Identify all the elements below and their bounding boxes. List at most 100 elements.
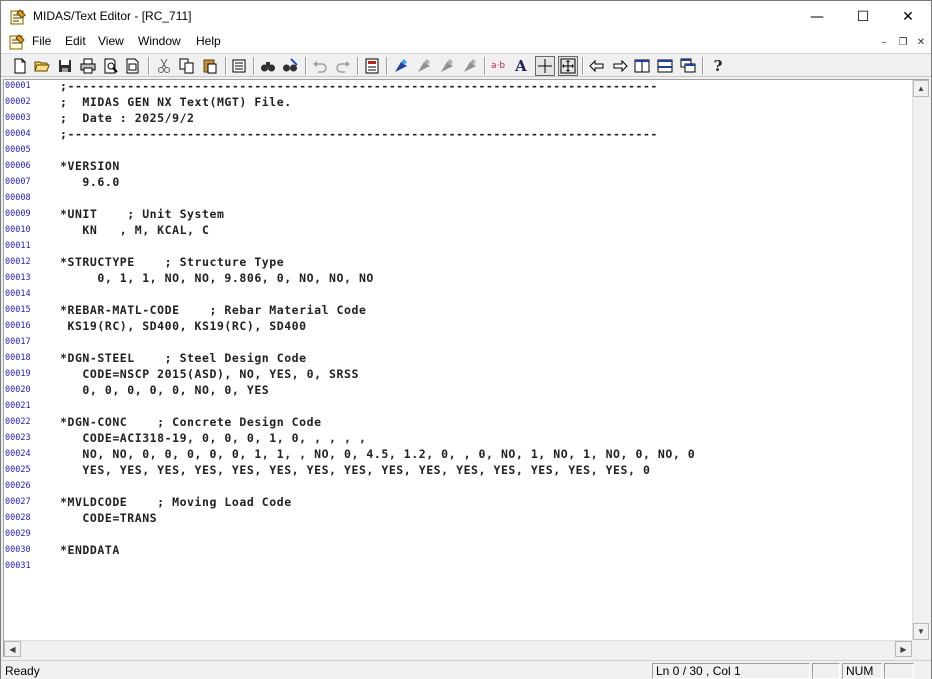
line-number: 00017 bbox=[5, 337, 31, 347]
text-line[interactable]: ; MIDAS GEN NX Text(MGT) File. bbox=[60, 94, 292, 110]
minimize-button[interactable]: — bbox=[794, 1, 840, 32]
maximize-button[interactable]: ☐ bbox=[840, 1, 886, 32]
text-line[interactable]: CODE=TRANS bbox=[60, 510, 157, 526]
line-number: 00030 bbox=[5, 545, 31, 555]
toolbar-separator bbox=[357, 57, 359, 75]
title-bar[interactable]: MIDAS/Text Editor - [RC_711] — ☐ ✕ bbox=[1, 1, 931, 32]
text-line[interactable]: 0, 0, 0, 0, 0, NO, 0, YES bbox=[60, 382, 269, 398]
text-line[interactable]: *VERSION bbox=[60, 158, 120, 174]
mdi-close-button[interactable]: ✕ bbox=[913, 34, 929, 50]
text-area[interactable]: ;---------------------------------------… bbox=[60, 78, 912, 640]
text-line[interactable]: CODE=ACI318-19, 0, 0, 0, 1, 0, , , , , bbox=[60, 430, 366, 446]
num-lock-indicator: NUM bbox=[842, 663, 882, 679]
scroll-down-arrow-icon[interactable]: ▼ bbox=[913, 623, 929, 640]
help-icon[interactable]: ? bbox=[708, 56, 728, 76]
menu-view[interactable]: View bbox=[98, 34, 124, 48]
line-number: 00004 bbox=[5, 129, 31, 139]
font-icon[interactable]: A bbox=[511, 56, 531, 76]
line-number-gutter: 00001 00002 00003 00004 00005 00006 00007 00008… bbox=[4, 80, 60, 640]
cursor-position: Ln 0 / 30 , Col 1 bbox=[652, 663, 810, 679]
text-line[interactable]: *DGN-STEEL ; Steel Design Code bbox=[60, 350, 307, 366]
close-button[interactable]: ✕ bbox=[885, 1, 931, 32]
line-number: 00010 bbox=[5, 225, 31, 235]
text-line[interactable]: ;---------------------------------------… bbox=[60, 126, 658, 142]
text-line[interactable]: *REBAR-MATL-CODE ; Rebar Material Code bbox=[60, 302, 366, 318]
paste-icon[interactable] bbox=[200, 56, 220, 76]
text-line[interactable]: CODE=NSCP 2015(ASD), NO, YES, 0, SRSS bbox=[60, 366, 359, 382]
scrollbar-corner bbox=[912, 640, 929, 657]
new-file-icon[interactable] bbox=[10, 56, 30, 76]
ab-swap-icon[interactable]: a·b bbox=[488, 56, 508, 76]
text-line[interactable]: NO, NO, 0, 0, 0, 0, 0, 1, 1, , NO, 0, 4.… bbox=[60, 446, 695, 462]
bookmark-icon[interactable] bbox=[391, 56, 411, 76]
horizontal-scrollbar[interactable]: ◀ ▶ bbox=[4, 640, 912, 657]
app-notepad-icon bbox=[10, 9, 26, 25]
line-number: 00031 bbox=[5, 561, 31, 571]
editor-window: MIDAS/Text Editor - [RC_711] — ☐ ✕ File … bbox=[0, 0, 932, 679]
find-icon[interactable] bbox=[258, 56, 278, 76]
text-line[interactable]: *STRUCTYPE ; Structure Type bbox=[60, 254, 284, 270]
scroll-right-arrow-icon[interactable]: ▶ bbox=[895, 641, 912, 657]
copy-icon[interactable] bbox=[177, 56, 197, 76]
bookmark-clear-icon[interactable] bbox=[460, 56, 480, 76]
print-preview-icon[interactable] bbox=[101, 56, 121, 76]
bookmark-prev-icon[interactable] bbox=[437, 56, 457, 76]
text-line[interactable]: 9.6.0 bbox=[60, 174, 120, 190]
status-text: Ready bbox=[5, 664, 40, 678]
menu-window[interactable]: Window bbox=[138, 34, 181, 48]
line-number: 00018 bbox=[5, 353, 31, 363]
cascade-icon[interactable] bbox=[678, 56, 698, 76]
menu-help[interactable]: Help bbox=[196, 34, 221, 48]
line-number: 00013 bbox=[5, 273, 31, 283]
line-number: 00026 bbox=[5, 481, 31, 491]
line-number: 00020 bbox=[5, 385, 31, 395]
line-number: 00029 bbox=[5, 529, 31, 539]
text-line[interactable]: *DGN-CONC ; Concrete Design Code bbox=[60, 414, 322, 430]
bookmark-next-icon[interactable] bbox=[414, 56, 434, 76]
scroll-up-arrow-icon[interactable]: ▲ bbox=[913, 80, 929, 97]
text-line[interactable]: *ENDDATA bbox=[60, 542, 120, 558]
mdi-restore-button[interactable]: ❐ bbox=[895, 34, 911, 50]
document-menu-icon[interactable] bbox=[9, 34, 25, 50]
line-number: 00021 bbox=[5, 401, 31, 411]
text-line[interactable]: *MVLDCODE ; Moving Load Code bbox=[60, 494, 292, 510]
line-number: 00008 bbox=[5, 193, 31, 203]
redo-icon[interactable] bbox=[333, 56, 353, 76]
text-line[interactable]: KN , M, KCAL, C bbox=[60, 222, 209, 238]
undo-icon[interactable] bbox=[310, 56, 330, 76]
replace-icon[interactable] bbox=[280, 56, 300, 76]
line-number: 00012 bbox=[5, 257, 31, 267]
text-line[interactable]: *UNIT ; Unit System bbox=[60, 206, 224, 222]
line-number: 00023 bbox=[5, 433, 31, 443]
toolbar-separator bbox=[148, 57, 150, 75]
split-vertical-icon[interactable] bbox=[632, 56, 652, 76]
text-editor[interactable]: 00001 00002 00003 00004 00005 00006 00007 00008… bbox=[3, 79, 929, 657]
line-number: 00003 bbox=[5, 113, 31, 123]
toolbar-separator bbox=[702, 57, 704, 75]
indent-left-icon[interactable] bbox=[587, 56, 607, 76]
column-icon[interactable] bbox=[362, 56, 382, 76]
text-line[interactable]: ;---------------------------------------… bbox=[60, 78, 658, 94]
open-folder-icon[interactable] bbox=[32, 56, 52, 76]
indent-right-icon[interactable] bbox=[610, 56, 630, 76]
text-line[interactable]: KS19(RC), SD400, KS19(RC), SD400 bbox=[60, 318, 307, 334]
split-horizontal-icon[interactable] bbox=[655, 56, 675, 76]
cut-icon[interactable] bbox=[154, 56, 174, 76]
save-icon[interactable] bbox=[55, 56, 75, 76]
text-line[interactable]: 0, 1, 1, NO, NO, 9.806, 0, NO, NO, NO bbox=[60, 270, 374, 286]
page-setup-icon[interactable] bbox=[123, 56, 143, 76]
text-line[interactable]: YES, YES, YES, YES, YES, YES, YES, YES, … bbox=[60, 462, 650, 478]
menu-edit[interactable]: Edit bbox=[65, 34, 86, 48]
mdi-minimize-button[interactable]: – bbox=[876, 34, 892, 50]
menu-file[interactable]: File bbox=[32, 34, 51, 48]
vertical-scrollbar[interactable]: ▲ ▼ bbox=[912, 80, 929, 640]
properties-icon[interactable] bbox=[229, 56, 249, 76]
line-number: 00025 bbox=[5, 465, 31, 475]
line-number: 00011 bbox=[5, 241, 31, 251]
text-line[interactable]: ; Date : 2025/9/2 bbox=[60, 110, 195, 126]
fit-icon[interactable] bbox=[558, 56, 578, 76]
line-number: 00024 bbox=[5, 449, 31, 459]
scroll-left-arrow-icon[interactable]: ◀ bbox=[4, 641, 21, 657]
print-icon[interactable] bbox=[78, 56, 98, 76]
crosshair-icon[interactable] bbox=[535, 56, 555, 76]
